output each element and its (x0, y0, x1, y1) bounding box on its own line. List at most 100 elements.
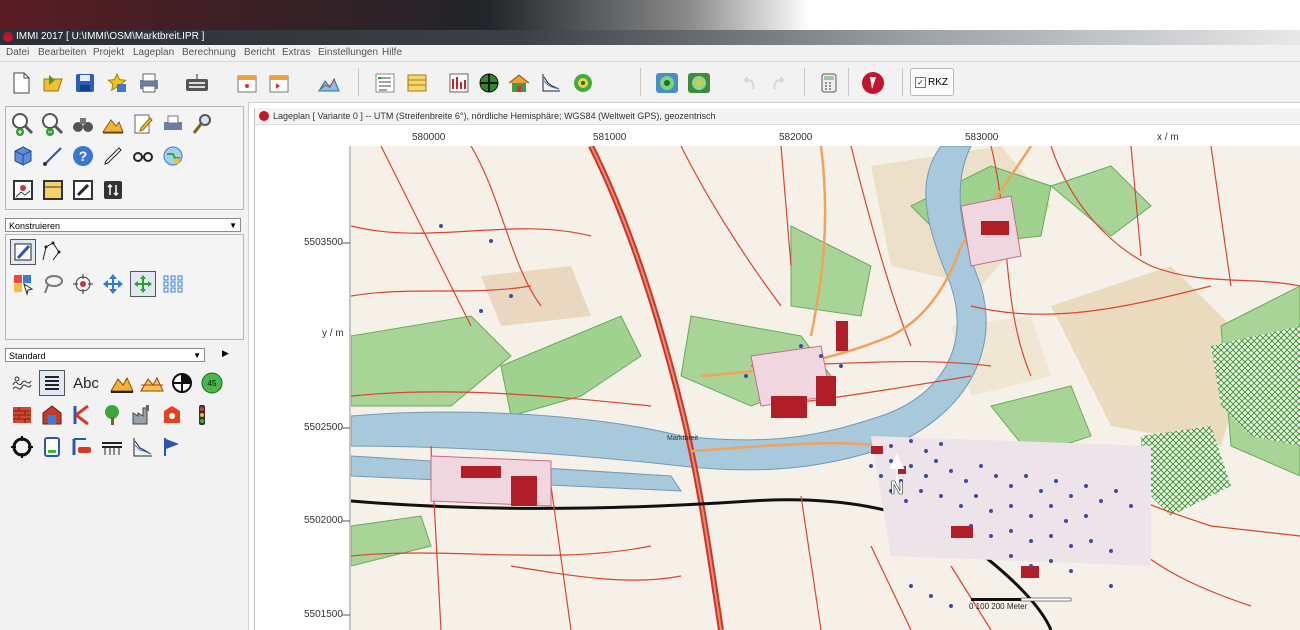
glasses-icon[interactable] (130, 143, 156, 169)
crosshair-circle-icon[interactable] (169, 370, 195, 396)
menu-datei[interactable]: Datei (6, 47, 29, 58)
menu-hilfe[interactable]: Hilfe (382, 47, 402, 58)
calendar-icon[interactable] (232, 68, 262, 98)
new-file-icon[interactable] (6, 68, 36, 98)
line-tool-icon[interactable] (40, 143, 66, 169)
print-icon[interactable] (134, 68, 164, 98)
ruler-icon[interactable] (444, 68, 474, 98)
grid-points-icon[interactable] (160, 271, 186, 297)
map-canvas[interactable]: N Marktbreit 0 100 200 Meter (351, 146, 1300, 630)
menu-lageplan[interactable]: Lageplan (133, 47, 174, 58)
move-icon[interactable] (100, 271, 126, 297)
text-lines-icon[interactable] (39, 370, 65, 396)
tree-icon[interactable] (99, 402, 125, 428)
play-arrow-icon[interactable]: ▶ (222, 348, 229, 359)
pen-icon[interactable] (100, 143, 126, 169)
title-bar: IMMI 2017 [ U:\IMMI\OSM\Marktbreit.IPR ] (0, 30, 1300, 45)
menu-bearbeiten[interactable]: Bearbeiten (38, 47, 86, 58)
list-icon[interactable] (370, 68, 400, 98)
road-icon[interactable] (69, 402, 95, 428)
speed-sign-label: 45 (208, 379, 217, 388)
house-icon[interactable] (504, 68, 534, 98)
sound-level-icon[interactable] (652, 68, 682, 98)
diagram-icon[interactable] (129, 434, 155, 460)
binoculars-icon[interactable] (70, 111, 96, 137)
cube-3d-icon[interactable] (10, 143, 36, 169)
menu-projekt[interactable]: Projekt (93, 47, 124, 58)
terrain-dgm-icon[interactable] (109, 370, 135, 396)
select-objects-icon[interactable] (10, 271, 36, 297)
menu-bericht[interactable]: Bericht (244, 47, 275, 58)
wall-icon[interactable] (9, 402, 35, 428)
printer-icon[interactable] (160, 111, 186, 137)
menu-berechnung[interactable]: Berechnung (182, 47, 236, 58)
help-icon[interactable]: ? (70, 143, 96, 169)
inspect-icon[interactable] (190, 111, 216, 137)
terrain-icon[interactable] (100, 111, 126, 137)
scale-label: 0 100 200 Meter (969, 602, 1028, 611)
folder-layer-icon[interactable] (40, 177, 66, 203)
export-icon[interactable] (264, 68, 294, 98)
standard-elements-group: Abc 45 (5, 364, 242, 630)
crosshair-icon[interactable] (474, 68, 504, 98)
globe-settings-icon[interactable] (160, 143, 186, 169)
draw-polyline-icon[interactable] (38, 239, 64, 265)
view-tools-group: ? (5, 106, 244, 210)
target-icon[interactable] (568, 68, 598, 98)
image-layer-icon[interactable] (10, 177, 36, 203)
menu-einstellungen[interactable]: Einstellungen (318, 47, 378, 58)
chevron-down-icon: ▼ (229, 221, 237, 230)
zoom-out-icon[interactable] (40, 111, 66, 137)
map-window-title: Lageplan [ Variante 0 ] -- UTM (Streifen… (273, 111, 716, 121)
redo-icon[interactable] (764, 68, 794, 98)
contour-lines-icon[interactable] (9, 370, 35, 396)
terrain-line-icon[interactable] (139, 370, 165, 396)
parking-icon[interactable] (69, 434, 95, 460)
draw-polygon-icon[interactable] (10, 239, 36, 265)
menu-extras[interactable]: Extras (282, 47, 310, 58)
north-label: N (891, 478, 904, 498)
edit-note-icon[interactable] (130, 111, 156, 137)
table-icon[interactable] (402, 68, 432, 98)
rkz-checkbox[interactable]: ✓ (915, 76, 926, 88)
edit-layer-icon[interactable] (70, 177, 96, 203)
menu-bar: Datei Bearbeiten Projekt Lageplan Berech… (0, 45, 1300, 62)
chevron-down-icon: ▼ (193, 351, 201, 360)
move-points-icon[interactable] (130, 271, 156, 297)
industry-icon[interactable] (129, 402, 155, 428)
keyboard-icon[interactable] (182, 68, 212, 98)
point-source-icon[interactable] (159, 402, 185, 428)
bridge-icon[interactable] (99, 434, 125, 460)
roundabout-icon[interactable] (9, 434, 35, 460)
x-tick-label: 583000 (965, 132, 999, 143)
open-icon[interactable] (38, 68, 68, 98)
speed-sign-icon[interactable]: 45 (199, 370, 225, 396)
calculator-icon[interactable] (814, 68, 844, 98)
desktop-background (0, 0, 1300, 30)
rkz-toggle[interactable]: ✓ RKZ (910, 68, 954, 96)
save-icon[interactable] (70, 68, 100, 98)
undo-icon[interactable] (734, 68, 764, 98)
map-chart-icon[interactable] (314, 68, 344, 98)
grid-sound-icon[interactable] (684, 68, 714, 98)
app-logo-icon (3, 32, 13, 42)
graph-icon[interactable] (536, 68, 566, 98)
building-icon[interactable] (39, 402, 65, 428)
window-title: IMMI 2017 [ U:\IMMI\OSM\Marktbreit.IPR ] (16, 31, 205, 42)
construct-dropdown[interactable]: Konstruieren ▼ (5, 218, 241, 232)
left-tool-panel: ? Konstruieren ▼ Standard ▼ ▶ Abc 45 (0, 102, 249, 630)
traffic-light-icon[interactable] (189, 402, 215, 428)
sort-layer-icon[interactable] (100, 177, 126, 203)
main-toolbar (0, 62, 1300, 103)
receiver-icon[interactable] (39, 434, 65, 460)
zoom-in-icon[interactable] (10, 111, 36, 137)
standard-dropdown[interactable]: Standard ▼ (5, 348, 205, 362)
target-point-icon[interactable] (70, 271, 96, 297)
x-axis-label: x / m (1157, 132, 1179, 143)
lasso-icon[interactable] (40, 271, 66, 297)
map-window-titlebar: Lageplan [ Variante 0 ] -- UTM (Streifen… (255, 108, 1300, 125)
text-label-tool[interactable]: Abc (69, 370, 103, 396)
flag-icon[interactable] (159, 434, 185, 460)
immi-logo-icon[interactable] (858, 68, 888, 98)
favorites-icon[interactable] (102, 68, 132, 98)
